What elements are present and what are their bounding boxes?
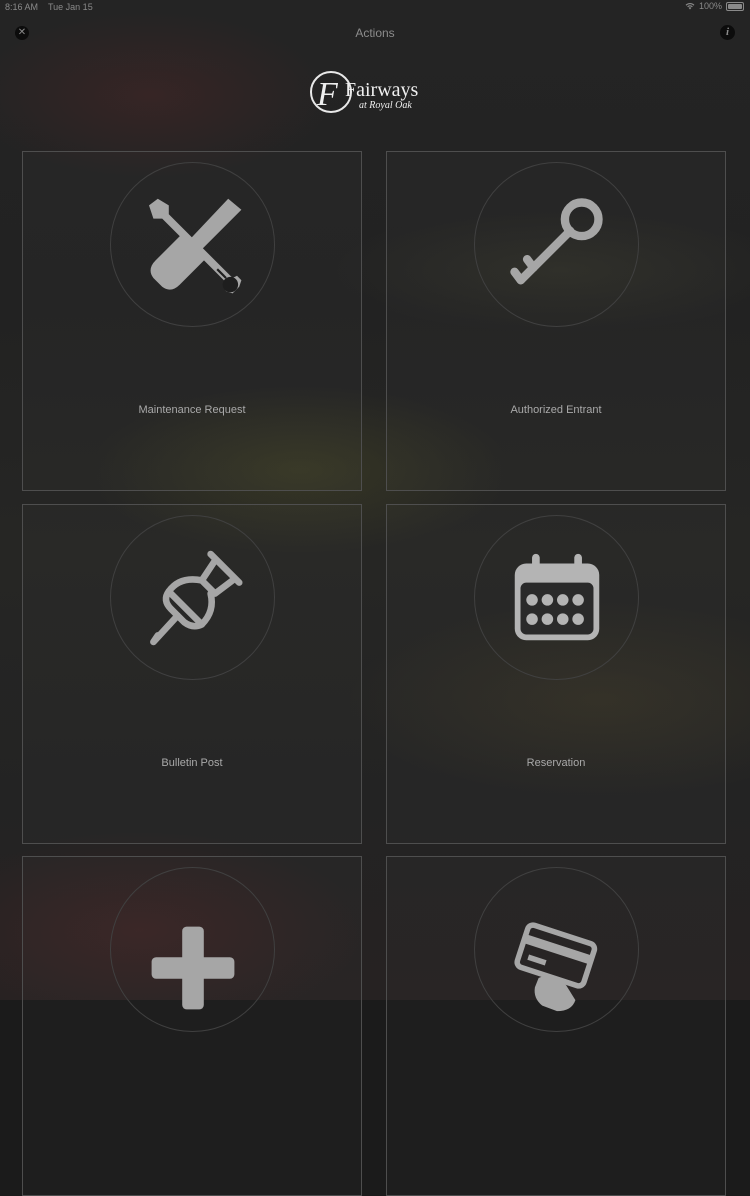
status-time: 8:16 AM [5,2,39,12]
credit-card-icon [513,921,597,1011]
wrench-screwdriver-icon [148,198,241,293]
icon-circle [110,162,275,327]
tile-label: Bulletin Post [161,757,223,769]
status-right: 100% [685,1,744,11]
status-date: Tue Jan 15 [48,2,93,12]
logo-subtitle: at Royal Oak [359,100,412,111]
authorized-entrant-tile[interactable]: Authorized Entrant [386,151,726,491]
fairways-logo: F Fairways at Royal Oak [310,71,419,113]
tile-label: Maintenance Request [138,404,246,416]
tile-label: Authorized Entrant [510,404,602,416]
plus-icon [151,926,234,1009]
reservation-tile[interactable]: Reservation [386,504,726,844]
status-bar: 8:16 AM Tue Jan 15 100% [0,0,750,14]
blurred-background [0,0,750,1000]
add-tile[interactable] [22,856,362,1196]
page-title: Actions [355,26,395,40]
logo-monogram: F [316,76,339,113]
tile-label: Reservation [526,757,586,769]
bulletin-post-tile[interactable]: Bulletin Post [22,504,362,844]
icon-circle [110,867,275,1032]
info-icon[interactable]: i [720,25,735,40]
navigation-bar: ✕ Actions i [0,18,750,48]
logo-name: Fairways [345,79,419,101]
battery-icon [726,1,744,11]
icon-circle [110,515,275,680]
icon-circle [474,162,639,327]
icon-circle [474,515,639,680]
payment-tile[interactable] [386,856,726,1196]
pushpin-icon [149,550,242,645]
key-icon [510,198,603,285]
icon-circle [474,867,639,1032]
calendar-icon [514,553,599,640]
battery-percent: 100% [698,1,722,11]
maintenance-request-tile[interactable]: Maintenance Request [22,151,362,491]
wifi-icon [685,3,695,10]
